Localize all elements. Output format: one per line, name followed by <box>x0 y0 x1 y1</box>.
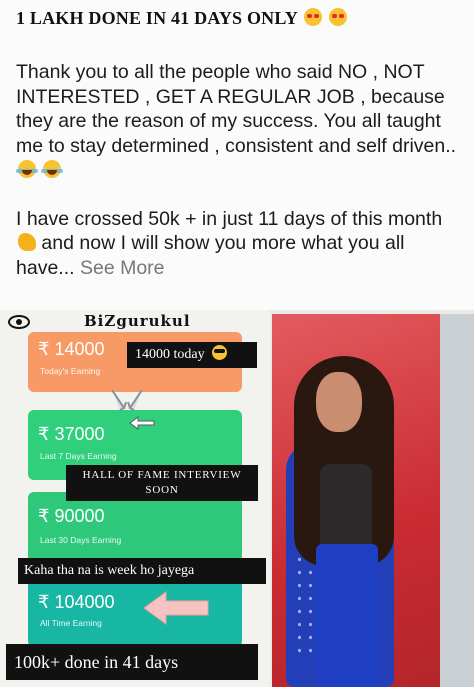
laughing-icon <box>16 160 38 178</box>
arrow-left-icon <box>143 591 209 625</box>
post-body: Thank you to all the people who said NO … <box>16 60 462 304</box>
headline-text: 1 LAKH DONE IN 41 DAYS ONLY <box>16 8 298 28</box>
laughing-icon <box>41 160 64 178</box>
person-photo <box>272 314 474 687</box>
logo-row: BiZgurukul <box>4 312 266 334</box>
earning-caption: All Time Earning <box>40 618 102 628</box>
earning-caption: Last 7 Days Earning <box>40 451 117 461</box>
earning-caption: Last 30 Days Earning <box>40 535 122 545</box>
post-headline: 1 LAKH DONE IN 41 DAYS ONLY <box>16 8 466 29</box>
today-overlay-label: 14000 today <box>127 342 257 368</box>
eye-icon <box>8 315 30 329</box>
earning-amount: ₹ 37000 <box>38 424 105 444</box>
paragraph-1-text: Thank you to all the people who said NO … <box>16 61 457 157</box>
earning-card-30-days: ₹ 90000 Last 30 Days Earning <box>28 492 242 562</box>
post-image[interactable]: BiZgurukul ₹ 14000 Today's Earning ₹ 370… <box>0 310 474 687</box>
flexed-biceps-icon <box>18 233 36 251</box>
earning-amount: ₹ 90000 <box>38 506 105 526</box>
photo-top <box>320 464 372 554</box>
hof-line-1: HALL OF FAME INTERVIEW <box>82 469 242 481</box>
today-label-text: 14000 today <box>135 347 205 362</box>
photo-pillar <box>440 314 474 687</box>
see-more-link[interactable]: See More <box>80 257 165 279</box>
week-label: Kaha tha na is week ho jayega <box>18 558 266 584</box>
arrow-down-icon <box>111 389 143 411</box>
earning-amount: ₹ 104000 <box>38 592 115 612</box>
post-paragraph-1: Thank you to all the people who said NO … <box>16 60 462 183</box>
photo-face <box>316 372 362 432</box>
heart-eyes-icon <box>304 8 323 26</box>
earning-caption: Today's Earning <box>40 366 101 376</box>
heart-eyes-icon <box>328 8 347 26</box>
sunglasses-icon <box>212 345 228 360</box>
paragraph-2a-text: I have crossed 50k + in just 11 days of … <box>16 207 443 230</box>
post-paragraph-2: I have crossed 50k + in just 11 days of … <box>16 207 462 281</box>
paragraph-2b-text: and now I will show you more what you al… <box>16 232 405 279</box>
hall-of-fame-label: HALL OF FAME INTERVIEW SOON <box>66 465 258 501</box>
brand-logo: BiZgurukul <box>84 312 191 330</box>
earnings-screenshot: BiZgurukul ₹ 14000 Today's Earning ₹ 370… <box>0 310 270 687</box>
arrow-left-icon <box>129 416 155 430</box>
earning-amount: ₹ 14000 <box>38 339 105 359</box>
done-label: 100k+ done in 41 days <box>6 644 258 680</box>
hof-line-2: SOON <box>145 484 179 496</box>
photo-pants <box>316 544 378 687</box>
